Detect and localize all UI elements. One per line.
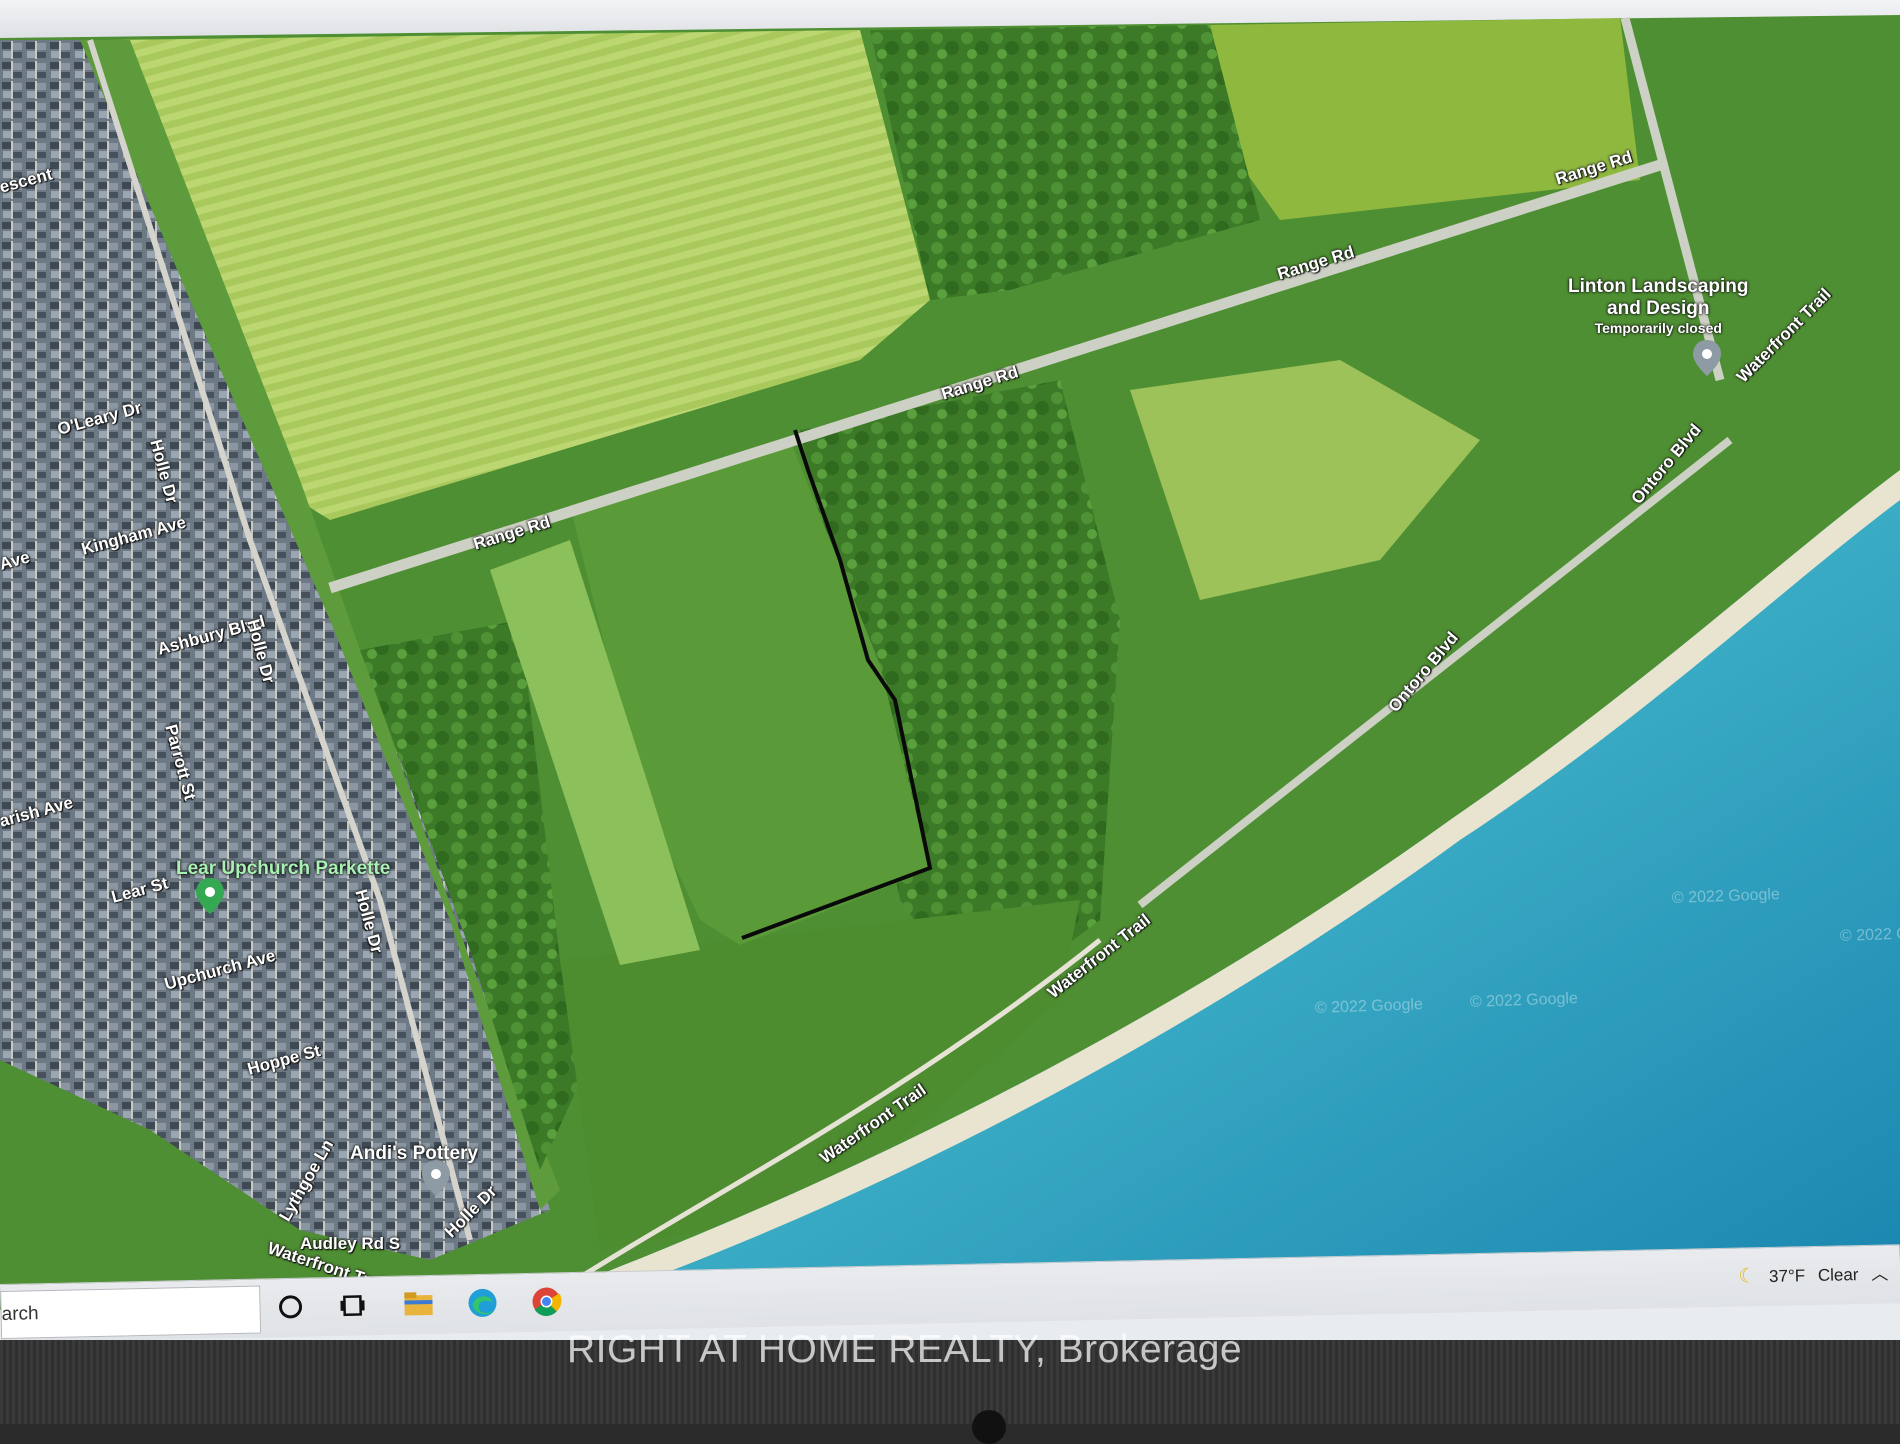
taskbar-search-box[interactable]: arch bbox=[0, 1285, 262, 1339]
brokerage-watermark: RIGHT AT HOME REALTY, Brokerage bbox=[567, 1328, 1243, 1371]
poi-label-linton[interactable]: Linton Landscaping and Design Temporaril… bbox=[1568, 276, 1749, 336]
poi-linton-line1: Linton Landscaping bbox=[1568, 276, 1749, 297]
cortana-circle-icon[interactable] bbox=[272, 1289, 309, 1326]
road-label-audley-rd-s: Audley Rd S bbox=[300, 1234, 401, 1253]
map-watermark: © 2022 Google bbox=[1314, 996, 1424, 1017]
map-watermark: © 2022 Google bbox=[1671, 886, 1781, 907]
chrome-browser-icon[interactable] bbox=[528, 1283, 565, 1320]
map-watermark: © 2022 Google bbox=[1469, 990, 1579, 1011]
monitor-logo-icon bbox=[972, 1410, 1006, 1444]
file-explorer-icon[interactable] bbox=[400, 1286, 437, 1323]
poi-linton-line2: and Design bbox=[1607, 298, 1710, 319]
poi-label-parkette[interactable]: Lear Upchurch Parkette bbox=[176, 858, 390, 880]
edge-browser-icon[interactable] bbox=[464, 1285, 501, 1322]
taskbar-search-text: arch bbox=[1, 1303, 39, 1325]
photo-background: Range Rd Range Rd Range Rd Range Rd esce… bbox=[0, 0, 1900, 1444]
weather-temperature: 37°F bbox=[1768, 1266, 1806, 1286]
moon-weather-icon: ☾ bbox=[1738, 1265, 1757, 1288]
poi-label-pottery[interactable]: Andi's Pottery bbox=[350, 1143, 478, 1165]
chevron-up-icon[interactable]: ︿ bbox=[1871, 1264, 1888, 1283]
task-view-icon[interactable] bbox=[334, 1287, 371, 1324]
system-tray[interactable]: ☾ 37°F Clear ︿ bbox=[1730, 1259, 1888, 1288]
poi-linton-status: Temporarily closed bbox=[1594, 320, 1722, 336]
map-watermark: © 2022 Google bbox=[1839, 924, 1900, 945]
weather-description: Clear bbox=[1817, 1265, 1859, 1285]
